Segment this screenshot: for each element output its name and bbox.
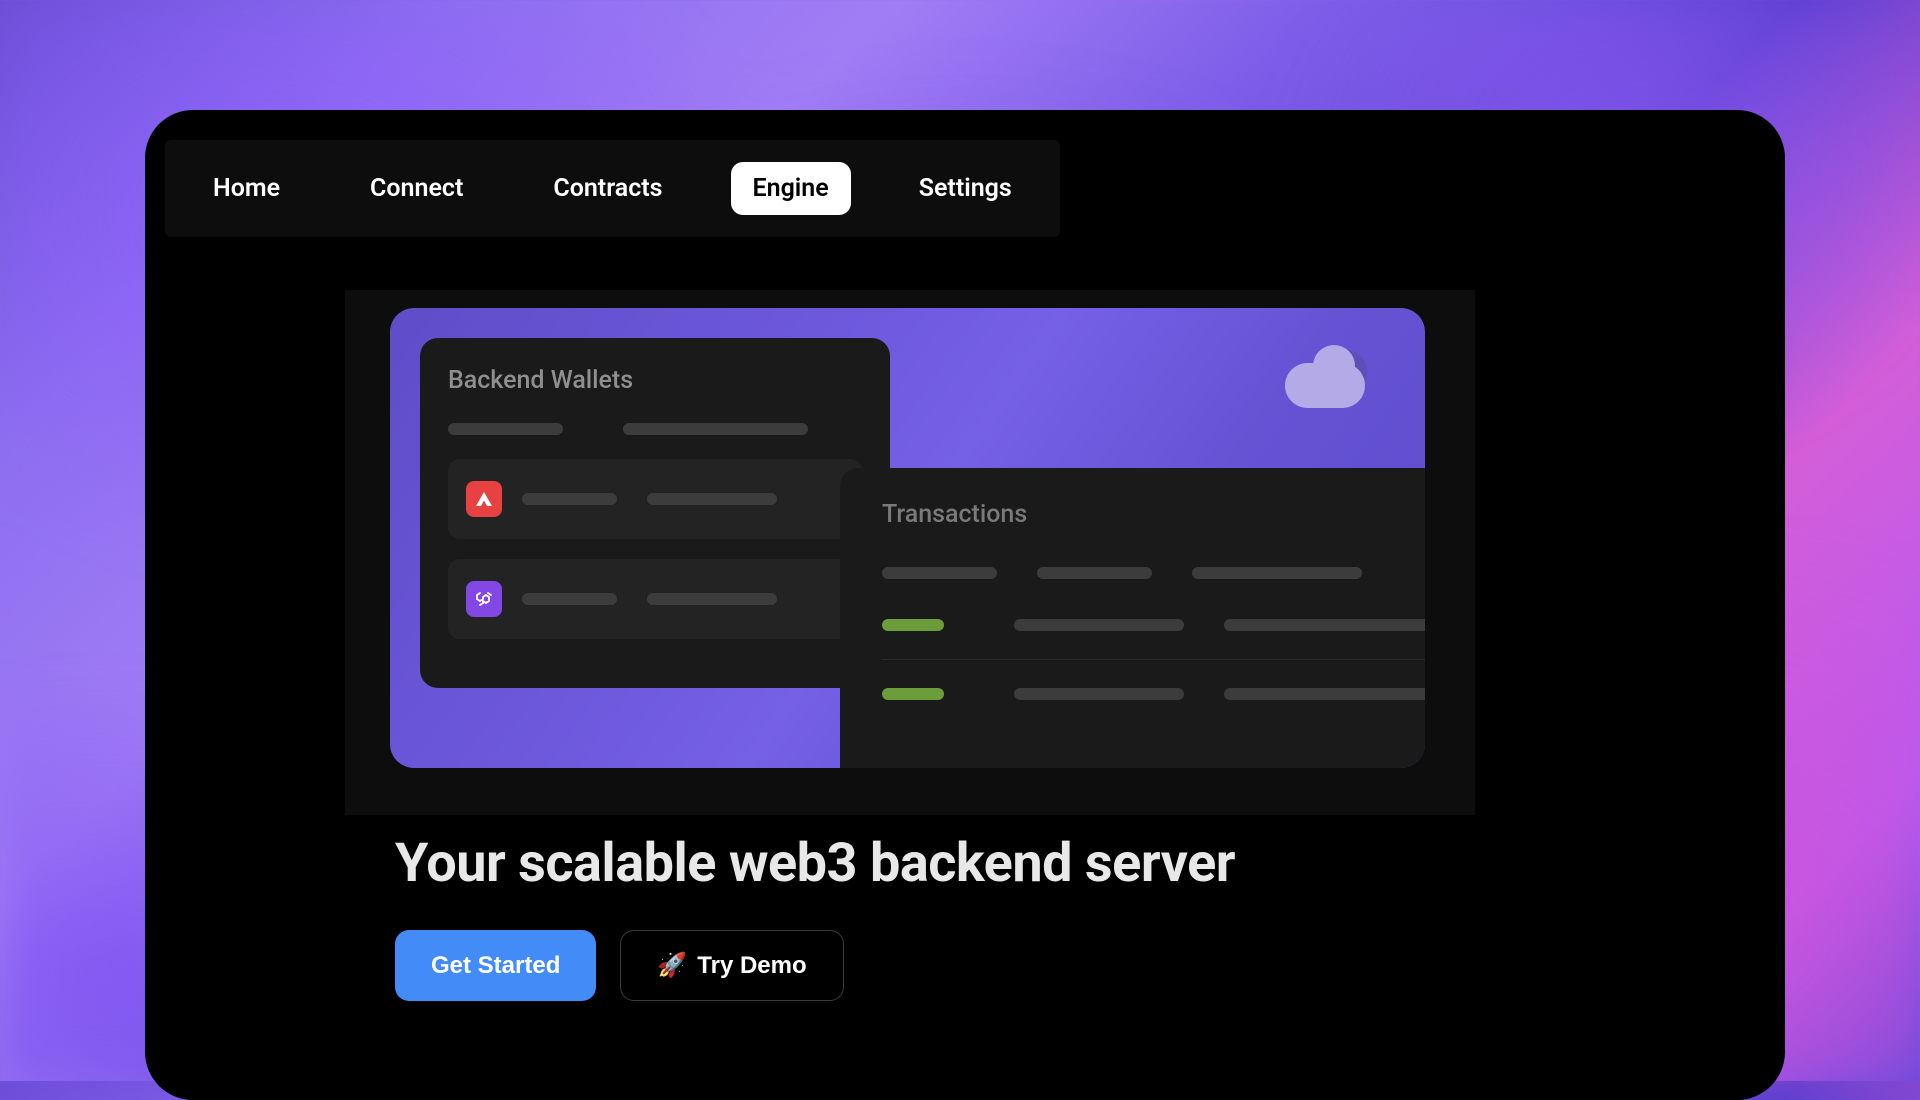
wallet-item — [448, 559, 862, 639]
tx-header-row — [882, 567, 1425, 579]
content-panel: Backend Wallets — [345, 290, 1475, 815]
skeleton-bar — [522, 493, 617, 505]
skeleton-bar — [1224, 688, 1425, 700]
nav-tab-connect[interactable]: Connect — [348, 162, 485, 215]
nav-tab-engine[interactable]: Engine — [731, 162, 851, 215]
nav-bar: Home Connect Contracts Engine Settings — [165, 140, 1060, 237]
cta-row: Get Started 🚀 Try Demo — [395, 930, 844, 1001]
skeleton-bar — [623, 423, 808, 435]
wallet-item — [448, 459, 862, 539]
skeleton-bar — [1037, 567, 1152, 579]
avalanche-icon — [466, 481, 502, 517]
try-demo-button[interactable]: 🚀 Try Demo — [620, 930, 843, 1001]
skeleton-bar — [522, 593, 617, 605]
tx-status-success — [882, 688, 944, 700]
skeleton-bar — [1014, 688, 1184, 700]
get-started-button[interactable]: Get Started — [395, 930, 596, 1001]
backend-wallets-card: Backend Wallets — [420, 338, 890, 688]
rocket-icon: 🚀 — [657, 951, 687, 980]
try-demo-label: Try Demo — [697, 952, 806, 980]
skeleton-bar — [1224, 619, 1425, 631]
tx-status-success — [882, 619, 944, 631]
transactions-card-title: Transactions — [882, 500, 1425, 529]
skeleton-bar — [647, 493, 777, 505]
wallets-header-row — [448, 423, 862, 435]
page-headline: Your scalable web3 backend server — [395, 832, 1235, 895]
transactions-card: Transactions — [840, 468, 1425, 768]
skeleton-bar — [1192, 567, 1362, 579]
skeleton-bar — [882, 567, 997, 579]
nav-tab-contracts[interactable]: Contracts — [531, 162, 684, 215]
nav-tab-settings[interactable]: Settings — [897, 162, 1034, 215]
cloud-icon — [1285, 348, 1375, 408]
wallets-card-title: Backend Wallets — [448, 366, 862, 395]
skeleton-bar — [647, 593, 777, 605]
polygon-icon — [466, 581, 502, 617]
hero-illustration: Backend Wallets — [390, 308, 1425, 768]
skeleton-bar — [1014, 619, 1184, 631]
skeleton-bar — [448, 423, 563, 435]
tx-row — [882, 688, 1425, 728]
tx-row — [882, 619, 1425, 660]
nav-tab-home[interactable]: Home — [191, 162, 302, 215]
